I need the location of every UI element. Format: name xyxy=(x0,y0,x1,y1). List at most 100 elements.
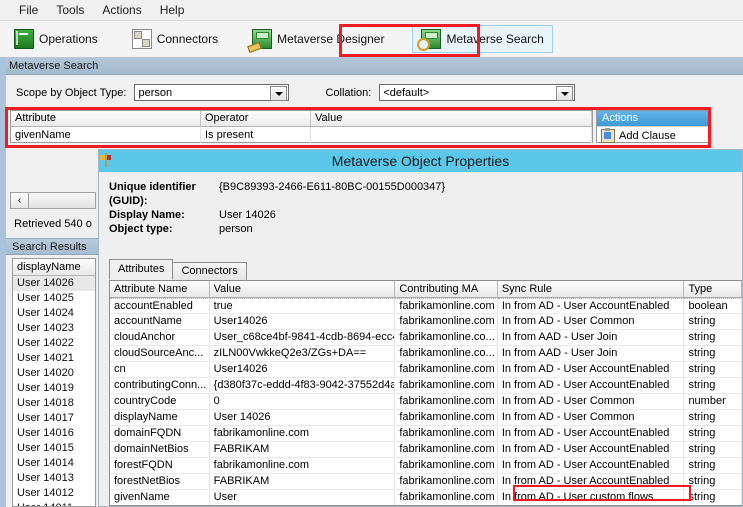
attributes-table-row[interactable]: forestNetBios FABRIKAM fabrikamonline.com I… xyxy=(110,474,742,490)
main-toolbar: Operations Connectors Metaverse Designer… xyxy=(0,21,743,58)
search-result-item[interactable]: User 14022 xyxy=(13,336,95,351)
attr-header-value[interactable]: Value xyxy=(210,281,396,297)
search-result-item[interactable]: User 14011 xyxy=(13,501,95,506)
attributes-table-row[interactable]: cloudAnchor User_c68ce4bf-9841-4cdb-8694-… xyxy=(110,330,742,346)
attributes-table-row[interactable]: forestFQDN fabrikamonline.com fabrikamonli… xyxy=(110,458,742,474)
attr-cell-ma: fabrikamonline.com xyxy=(395,442,498,457)
search-clause-grid[interactable]: Attribute Operator Value givenName Is pr… xyxy=(10,110,593,143)
attr-cell-type: boolean xyxy=(684,298,742,313)
toolbar-button-operations[interactable]: Operations xyxy=(6,26,106,52)
search-result-item[interactable]: User 14018 xyxy=(13,396,95,411)
attr-cell-value: User xyxy=(210,490,396,505)
search-result-item[interactable]: User 14012 xyxy=(13,486,95,501)
search-result-item[interactable]: User 14026 xyxy=(13,276,95,291)
toolbar-button-metaverse-search[interactable]: Metaverse Search xyxy=(412,25,553,53)
add-clause-icon xyxy=(601,127,615,143)
dialog-title-bar[interactable]: Metaverse Object Properties xyxy=(99,150,742,172)
attributes-table-row[interactable]: displayName User 14026 fabrikamonline.com I… xyxy=(110,410,742,426)
search-result-item[interactable]: User 14025 xyxy=(13,291,95,306)
attr-cell-value: zILN00VwkkeQ2e3/ZGs+DA== xyxy=(210,346,396,361)
menu-item-actions[interactable]: Actions xyxy=(93,1,150,19)
metaverse-search-panel-header: Metaverse Search xyxy=(0,57,743,75)
attr-cell-ma: fabrikamonline.co... xyxy=(395,346,498,361)
attributes-table-row[interactable]: cloudSourceAnc... zILN00VwkkeQ2e3/ZGs+DA=… xyxy=(110,346,742,362)
clause-header-operator[interactable]: Operator xyxy=(201,111,311,126)
attributes-table-row[interactable]: countryCode 0 fabrikamonline.com In from AD… xyxy=(110,394,742,410)
clause-header-attribute[interactable]: Attribute xyxy=(11,111,201,126)
scope-object-type-dropdown[interactable]: person xyxy=(134,84,290,101)
menu-item-help[interactable]: Help xyxy=(151,1,194,19)
attr-cell-ma: fabrikamonline.com xyxy=(395,378,498,393)
tab-attributes[interactable]: Attributes xyxy=(109,259,174,280)
dialog-title: Metaverse Object Properties xyxy=(331,153,510,169)
search-result-item[interactable]: User 14013 xyxy=(13,471,95,486)
attributes-table-row[interactable]: accountEnabled true fabrikamonline.com In f… xyxy=(110,298,742,314)
chevron-left-icon[interactable]: ‹ xyxy=(11,193,29,208)
attr-cell-value: fabrikamonline.com xyxy=(210,426,396,441)
attributes-table-row[interactable]: givenName User fabrikamonline.com In from A… xyxy=(110,490,742,505)
action-add-clause[interactable]: Add Clause xyxy=(597,127,708,144)
search-result-item[interactable]: User 14024 xyxy=(13,306,95,321)
attr-cell-name: cn xyxy=(110,362,210,377)
search-result-item[interactable]: User 14021 xyxy=(13,351,95,366)
attr-cell-sync-rule: In from AD - User AccountEnabled xyxy=(498,362,685,377)
mim-sync-service-manager-window: File Tools Actions Help Operations Conne… xyxy=(0,0,743,507)
attr-cell-ma: fabrikamonline.com xyxy=(395,458,498,473)
attributes-table-row[interactable]: domainNetBios FABRIKAM fabrikamonline.com I… xyxy=(110,442,742,458)
attr-header-contributing-ma[interactable]: Contributing MA xyxy=(395,281,498,297)
attr-cell-value: User14026 xyxy=(210,314,396,329)
actions-pane-title: Actions xyxy=(597,111,708,127)
collation-dropdown[interactable]: <default> xyxy=(379,84,576,101)
clause-cell-operator[interactable]: Is present xyxy=(201,127,311,143)
toolbar-button-connectors[interactable]: Connectors xyxy=(124,26,226,52)
attr-cell-type: string xyxy=(684,458,742,473)
chevron-down-icon[interactable] xyxy=(270,86,288,101)
attr-cell-name: displayName xyxy=(110,410,210,425)
results-column-header-displayname[interactable]: displayName xyxy=(13,259,95,276)
property-object-type-label: Object type: xyxy=(109,223,173,235)
attr-cell-sync-rule: In from AD - User AccountEnabled xyxy=(497,298,685,313)
search-result-item[interactable]: User 14015 xyxy=(13,441,95,456)
results-nav-strip[interactable]: ‹ xyxy=(10,192,96,209)
clause-header-value[interactable]: Value xyxy=(311,111,592,126)
attr-cell-sync-rule: In from AD - User Common xyxy=(498,394,685,409)
attr-cell-name: domainFQDN xyxy=(110,426,210,441)
clause-cell-attribute[interactable]: givenName xyxy=(11,127,201,143)
attributes-table-row[interactable]: cn User14026 fabrikamonline.com In from AD … xyxy=(110,362,742,378)
chevron-down-icon-2[interactable] xyxy=(556,86,574,101)
search-result-item[interactable]: User 14020 xyxy=(13,366,95,381)
menu-item-file[interactable]: File xyxy=(10,1,47,19)
attr-header-type[interactable]: Type xyxy=(684,281,742,297)
attr-header-sync-rule[interactable]: Sync Rule xyxy=(498,281,685,297)
search-result-item[interactable]: User 14014 xyxy=(13,456,95,471)
attr-cell-name: givenName xyxy=(110,490,210,505)
attributes-table-row[interactable]: domainFQDN fabrikamonline.com fabrikamonli… xyxy=(110,426,742,442)
search-result-item[interactable]: User 14016 xyxy=(13,426,95,441)
clause-cell-value[interactable] xyxy=(311,127,592,143)
property-display-name-label: Display Name: xyxy=(109,209,185,221)
attr-cell-sync-rule: In from AD - User Common xyxy=(498,410,685,425)
search-results-list[interactable]: displayName User 14026 User 14025 User 140… xyxy=(12,258,96,507)
attr-cell-value: FABRIKAM xyxy=(210,474,396,489)
attributes-table-row[interactable]: accountName User14026 fabrikamonline.com In… xyxy=(110,314,742,330)
attr-cell-name: forestNetBios xyxy=(110,474,210,489)
attributes-rows-container: accountEnabled true fabrikamonline.com In f… xyxy=(110,298,742,505)
attr-cell-sync-rule: In from AD - User AccountEnabled xyxy=(498,458,685,473)
attr-cell-type: number xyxy=(684,394,742,409)
search-result-item[interactable]: User 14017 xyxy=(13,411,95,426)
property-display-name: Display Name: User 14026 xyxy=(99,208,742,222)
collation-value: <default> xyxy=(383,86,430,99)
toolbar-button-connectors-label: Connectors xyxy=(156,32,219,46)
scope-object-type-value: person xyxy=(138,86,173,99)
attributes-table-row[interactable]: contributingConn... {d380f37c-eddd-4f83-9… xyxy=(110,378,742,394)
attributes-grid[interactable]: Attribute Name Value Contributing MA Syn… xyxy=(109,280,742,506)
search-result-item[interactable]: User 14019 xyxy=(13,381,95,396)
menu-item-tools[interactable]: Tools xyxy=(47,1,93,19)
attr-cell-sync-rule: In from AD - User AccountEnabled xyxy=(498,442,685,457)
tab-connectors[interactable]: Connectors xyxy=(172,262,247,280)
attr-header-attribute-name[interactable]: Attribute Name xyxy=(110,281,210,297)
search-result-item[interactable]: User 14023 xyxy=(13,321,95,336)
clause-row[interactable]: givenName Is present xyxy=(11,127,592,143)
toolbar-button-metaverse-designer[interactable]: Metaverse Designer xyxy=(244,26,392,54)
attr-cell-sync-rule: In from AAD - User Join xyxy=(498,330,685,345)
